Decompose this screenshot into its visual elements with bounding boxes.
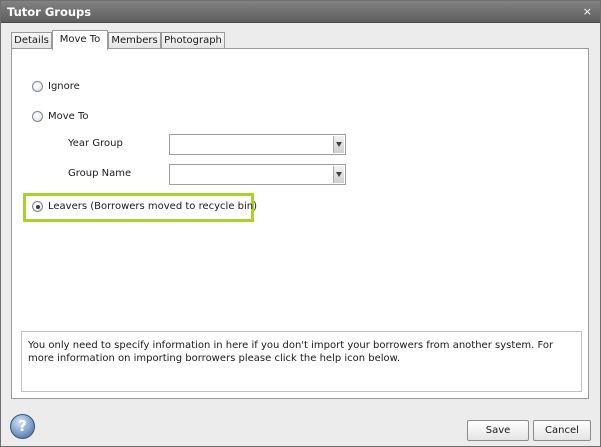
move-to-radio[interactable] (32, 111, 43, 122)
cancel-button[interactable]: Cancel (533, 420, 591, 441)
ignore-label: Ignore (48, 81, 80, 92)
move-to-label: Move To (48, 111, 89, 122)
group-name-dropdown[interactable] (169, 164, 346, 185)
move-to-option[interactable]: Move To (32, 111, 89, 122)
dropdown-arrow-icon[interactable] (333, 136, 344, 153)
group-name-label: Group Name (68, 168, 132, 179)
leavers-label: Leavers (Borrowers moved to recycle bin) (48, 201, 258, 212)
window-title: Tutor Groups (7, 5, 92, 19)
help-icon[interactable]: ? (10, 414, 35, 439)
tab-details[interactable]: Details (11, 32, 52, 49)
year-group-label: Year Group (68, 138, 123, 149)
leavers-radio[interactable] (32, 201, 43, 212)
title-bar: Tutor Groups × (1, 1, 600, 23)
tab-photograph[interactable]: Photograph (161, 32, 225, 49)
save-button[interactable]: Save (467, 420, 529, 441)
ignore-option[interactable]: Ignore (32, 81, 80, 92)
ignore-radio[interactable] (32, 81, 43, 92)
dropdown-arrow-icon[interactable] (333, 166, 344, 183)
tutor-groups-dialog: Tutor Groups × Details Move To Members P… (0, 0, 601, 447)
year-group-dropdown[interactable] (169, 134, 346, 155)
tab-move-to[interactable]: Move To (52, 30, 108, 50)
leavers-option[interactable]: Leavers (Borrowers moved to recycle bin) (32, 201, 257, 212)
info-message: You only need to specify information in … (21, 331, 582, 392)
tab-members[interactable]: Members (108, 32, 161, 49)
close-icon[interactable]: × (583, 5, 592, 18)
